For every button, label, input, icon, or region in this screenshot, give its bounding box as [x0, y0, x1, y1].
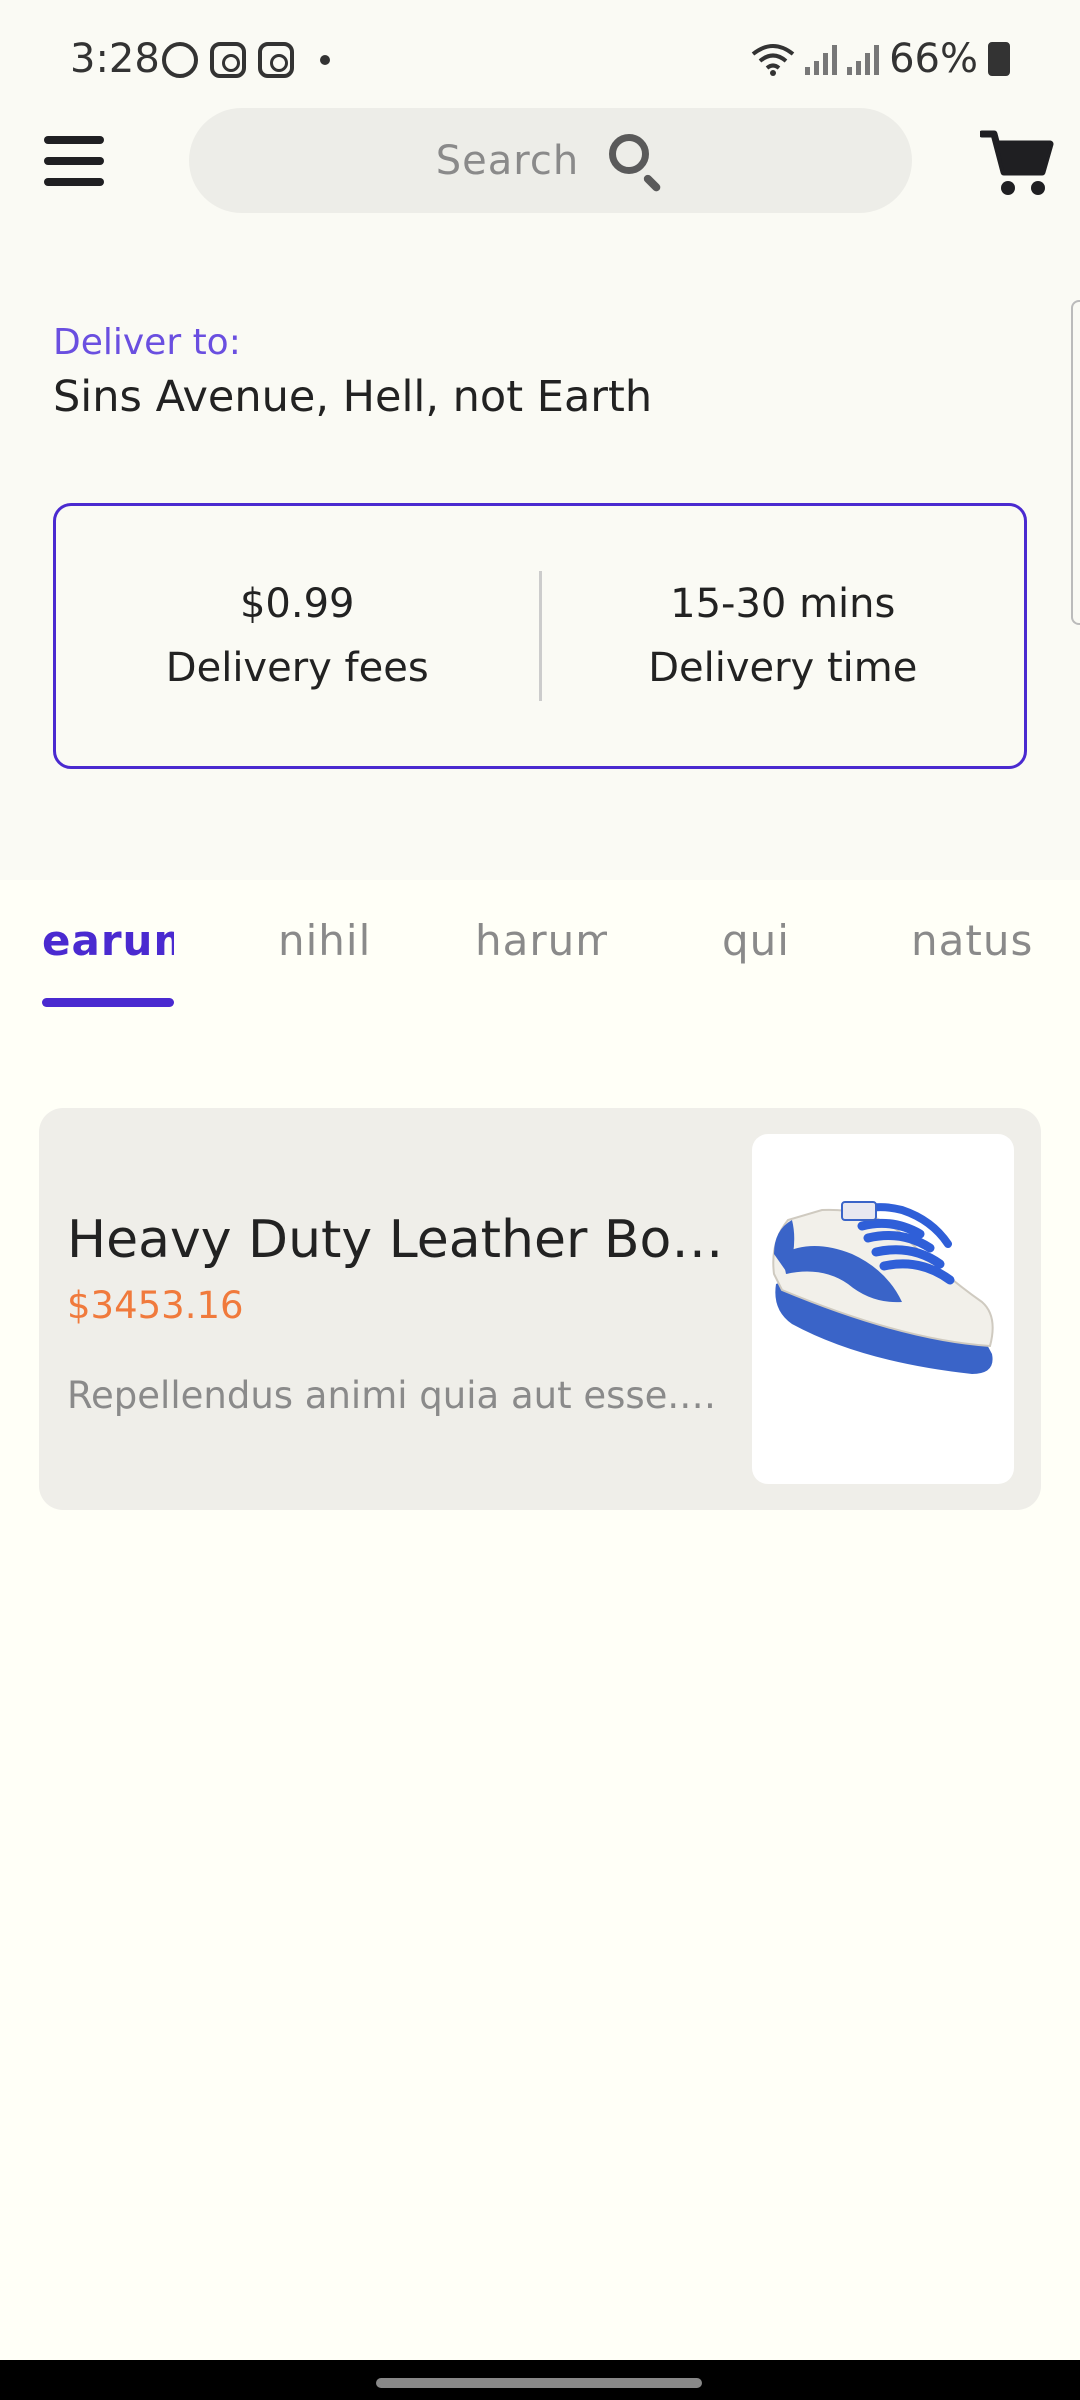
tab-natus[interactable]: natus [911, 916, 1033, 965]
battery-percent: 66% [889, 36, 978, 82]
status-time: 3:28 [70, 36, 160, 82]
delivery-time-value: 15-30 mins [670, 581, 896, 627]
delivery-time-label: Delivery time [648, 645, 918, 691]
product-description: Repellendus animi quia aut esse.… [67, 1374, 717, 1417]
product-price: $3453.16 [67, 1284, 244, 1327]
signal-icon [805, 43, 838, 75]
product-image [752, 1134, 1014, 1484]
battery-icon [988, 42, 1010, 76]
signal-icon [847, 43, 880, 75]
status-right: 66% [751, 36, 1010, 82]
delivery-address[interactable]: Sins Avenue, Hell, not Earth [53, 372, 652, 422]
search-placeholder: Search [435, 137, 580, 184]
more-notifications-dot [320, 55, 330, 65]
tab-qui[interactable]: qui [722, 916, 790, 965]
wifi-icon [751, 44, 795, 76]
delivery-time-section: 15-30 mins Delivery time [542, 581, 1025, 691]
search-icon [607, 132, 665, 193]
product-card[interactable]: Heavy Duty Leather Bo… $3453.16 Repellen… [39, 1108, 1041, 1510]
category-tabs: earum nihil harum qui natus [0, 880, 1080, 1010]
notification-icons [162, 42, 330, 78]
deliver-to-label: Deliver to: [53, 322, 241, 363]
delivery-fee-label: Delivery fees [165, 645, 429, 691]
sneaker-image [772, 1201, 994, 1374]
product-title: Heavy Duty Leather Bo… [67, 1210, 724, 1270]
instagram-icon [258, 42, 294, 78]
status-bar: 3:28 66% [0, 0, 1080, 120]
cart-icon[interactable] [980, 128, 1054, 198]
menu-icon[interactable] [44, 136, 104, 186]
delivery-info-card: $0.99 Delivery fees 15-30 mins Delivery … [53, 503, 1027, 769]
side-scroll-handle[interactable] [1071, 300, 1080, 625]
delivery-fee-section: $0.99 Delivery fees [56, 581, 539, 691]
tab-earum[interactable]: earum [42, 916, 174, 965]
tab-nihil[interactable]: nihil [278, 916, 371, 965]
search-bar[interactable]: Search [189, 108, 912, 213]
tab-harum[interactable]: harum [475, 916, 607, 965]
active-tab-indicator [42, 998, 174, 1007]
whatsapp-icon [162, 42, 198, 78]
home-gesture-handle[interactable] [376, 2378, 702, 2388]
system-nav-bar [0, 2360, 1080, 2400]
instagram-icon [210, 42, 246, 78]
delivery-fee-value: $0.99 [239, 581, 355, 627]
